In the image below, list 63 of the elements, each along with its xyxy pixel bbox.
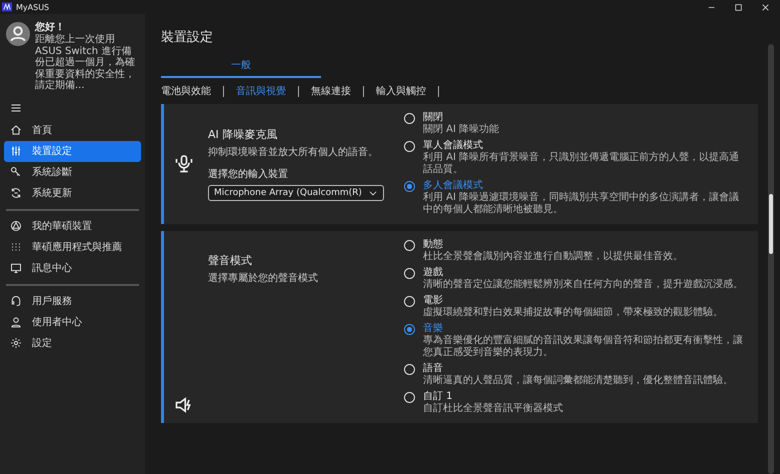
option-label: 電影 xyxy=(423,295,444,306)
option-description: 清晰的聲音定位讓您能輕鬆辨別來自任何方向的聲音，提升遊戲沉浸感。 xyxy=(423,279,743,291)
sidebar-item[interactable]: 系統診斷 xyxy=(4,162,141,182)
sidebar-item[interactable]: 裝置設定 xyxy=(4,140,141,162)
option-description: 關閉 AI 降噪功能 xyxy=(423,124,500,136)
option-label: 單人會議模式 xyxy=(423,140,484,152)
option-description: 杜比全景聲會識別內容並進行自動調整，以提供最佳音效。 xyxy=(423,251,683,263)
card-description: 選擇專屬於您的聲音模式 xyxy=(208,272,318,285)
sidebar-item[interactable]: 我的華碩裝置 xyxy=(4,216,141,236)
sidebar-item[interactable]: 用戶服務 xyxy=(4,290,141,312)
card-title: 聲音模式 xyxy=(208,253,253,268)
app-logo-icon xyxy=(2,2,12,12)
scrollbar[interactable] xyxy=(768,44,774,474)
backup-reminder-text: 距離您上一次使用 ASUS Switch 進行備份已超過一個月，為確保重要資料的安全性，請定期備... xyxy=(35,34,136,92)
field-label: 選擇您的輸入裝置 xyxy=(208,168,289,181)
option-label: 音樂 xyxy=(423,323,444,334)
radio-button[interactable] xyxy=(404,181,415,192)
dots-grid-icon xyxy=(10,241,22,253)
option-label: 遊戲 xyxy=(423,267,444,278)
sidebar-item[interactable]: 設定 xyxy=(4,332,141,354)
card-title: AI 降噪麥克風 xyxy=(208,127,278,142)
option-description: 專為音樂優化的豐富細膩的音訊效果讓每個音符和節拍都更有衝擊性，讓您真正感受到音樂的表現力。 xyxy=(423,335,744,359)
close-icon[interactable] xyxy=(761,2,770,12)
settings-icon xyxy=(10,337,22,349)
scrollbar-thumb[interactable] xyxy=(769,194,773,254)
sliders-icon xyxy=(10,145,22,157)
device-dropdown[interactable]: Microphone Array (Qualcomm(R) xyxy=(208,185,384,201)
window-title: MyASUS xyxy=(16,2,50,12)
sidebar-item[interactable]: 首頁 xyxy=(4,120,141,140)
radio-button[interactable] xyxy=(404,324,415,335)
option-label: 動態 xyxy=(423,239,444,250)
option-label: 語音 xyxy=(423,363,444,374)
option-description: 清晰逼真的人聲品質，讓每個詞彙都能清楚聽到，優化整體音訊體驗。 xyxy=(423,375,733,387)
sidebar-item[interactable]: 華碩應用程式與推薦 xyxy=(4,236,141,258)
triangle-circle-icon xyxy=(10,220,22,232)
avatar-icon xyxy=(6,22,30,46)
option-label: 關閉 xyxy=(423,112,444,124)
sidebar-item[interactable]: 訊息中心 xyxy=(4,258,141,278)
greeting-text: 您好！ xyxy=(35,20,65,34)
option-label: 多人會議模式 xyxy=(423,180,484,192)
subtab[interactable]: 無線連接 xyxy=(299,86,364,97)
subtab[interactable]: 輸入與觸控 xyxy=(364,86,439,97)
sidebar-item[interactable]: 使用者中心 xyxy=(4,312,141,332)
subtab[interactable]: 音訊與視覺 xyxy=(224,86,299,97)
tab[interactable]: 一般 xyxy=(161,58,321,78)
monitor-icon xyxy=(10,262,22,274)
subtab[interactable]: 電池與效能 xyxy=(161,86,224,97)
menu-icon[interactable] xyxy=(10,102,22,114)
option-label: 自訂 1 xyxy=(423,391,454,402)
page-title: 裝置設定 xyxy=(161,29,214,47)
card-description: 抑制環境噪音並放大所有個人的語音。 xyxy=(208,146,379,159)
sidebar-item[interactable]: 系統更新 xyxy=(4,182,141,204)
person-icon xyxy=(10,316,22,328)
option-description: 自訂杜比全景聲音訊平衡器模式 xyxy=(423,403,563,415)
option-description: 利用 AI 降噪過濾環境噪音，同時識別共享空間中的多位演講者，讓會議中的每個人都能清晰地被聽見。 xyxy=(423,192,740,216)
home-icon xyxy=(10,124,22,136)
maximize-icon[interactable] xyxy=(734,2,743,12)
speaker-icon xyxy=(174,395,194,415)
refresh-icon xyxy=(10,187,22,199)
option-description: 利用 AI 降噪所有背景噪音，只識別並傳遞電腦正前方的人聲，以提高通話品質。 xyxy=(423,152,740,176)
microphone-icon xyxy=(174,154,194,174)
option-description: 虛擬環繞聲和對白效果捕捉故事的每個細節，帶來極致的觀影體驗。 xyxy=(423,307,723,319)
headset-icon xyxy=(10,295,22,307)
